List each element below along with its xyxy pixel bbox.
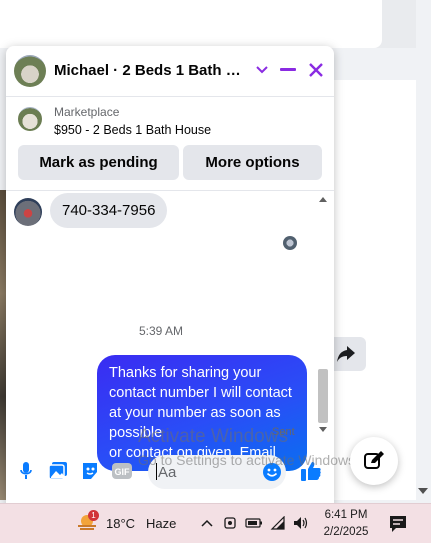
clock-time: 6:41 PM [324,509,368,521]
message-input[interactable] [156,463,260,482]
microphone-icon[interactable] [14,459,38,483]
listing-title: $950 - 2 Beds 1 Bath House [54,123,212,137]
background-post-card [0,0,382,48]
clock-date: 2/2/2025 [323,526,369,538]
more-options-button[interactable]: More options [183,145,322,180]
marketplace-label: Marketplace [54,105,120,119]
share-icon [337,346,355,362]
minimize-icon[interactable] [276,58,300,82]
thumbs-up-icon[interactable] [299,459,323,483]
message-list: 740-334-7956 5:39 AM Thanks for sharing … [6,191,316,471]
text-caret [156,463,157,480]
new-message-button[interactable] [350,437,398,485]
sent-status: Sent [272,426,295,438]
marketplace-listing[interactable]: Marketplace $950 - 2 Beds 1 Bath House [6,96,334,142]
chat-title[interactable]: Michael · 2 Beds 1 Bath Ho... [54,62,248,79]
message-composer: GIF [6,446,334,496]
svg-text:GIF: GIF [115,467,131,477]
read-receipt-avatar [283,236,297,250]
photo-icon[interactable] [46,459,70,483]
chat-window: Michael · 2 Beds 1 Bath Ho... Marketplac… [6,46,334,504]
windows-taskbar: 1 18°C Haze 6:41 PM 2/2/2025 [0,503,431,543]
contact-avatar[interactable] [14,55,46,87]
gif-icon[interactable]: GIF [110,459,134,483]
message-timestamp: 5:39 AM [138,324,184,338]
webcam-icon[interactable] [221,513,239,533]
wifi-icon[interactable] [269,513,287,533]
temperature[interactable]: 18°C [106,516,135,531]
chevron-down-icon[interactable] [250,58,274,82]
chevron-up-icon[interactable] [198,513,216,533]
incoming-message[interactable]: 740-334-7956 [50,193,168,228]
emoji-icon[interactable] [260,460,284,484]
close-icon[interactable] [304,58,328,82]
page-scrollbar[interactable] [416,0,431,503]
notification-icon[interactable] [387,513,409,535]
system-clock[interactable]: 6:41 PM 2/2/2025 [318,507,374,541]
volume-icon[interactable] [292,513,310,533]
battery-icon[interactable] [245,513,263,533]
compose-icon [364,451,384,469]
chat-header: Michael · 2 Beds 1 Bath Ho... [6,46,334,97]
listing-thumbnail [18,107,42,131]
mark-as-pending-button[interactable]: Mark as pending [18,145,179,180]
scroll-up-arrow-icon[interactable] [319,197,327,202]
sender-avatar [14,198,42,226]
scroll-down-arrow-icon[interactable] [319,427,327,432]
weather-condition[interactable]: Haze [146,516,176,531]
weather-alert-badge: 1 [88,510,99,521]
message-input-wrapper [148,455,286,489]
scroll-thumb[interactable] [318,369,328,423]
page-scroll-down-icon[interactable] [418,488,428,494]
sticker-icon[interactable] [78,459,102,483]
chat-scrollbar[interactable] [316,191,330,439]
